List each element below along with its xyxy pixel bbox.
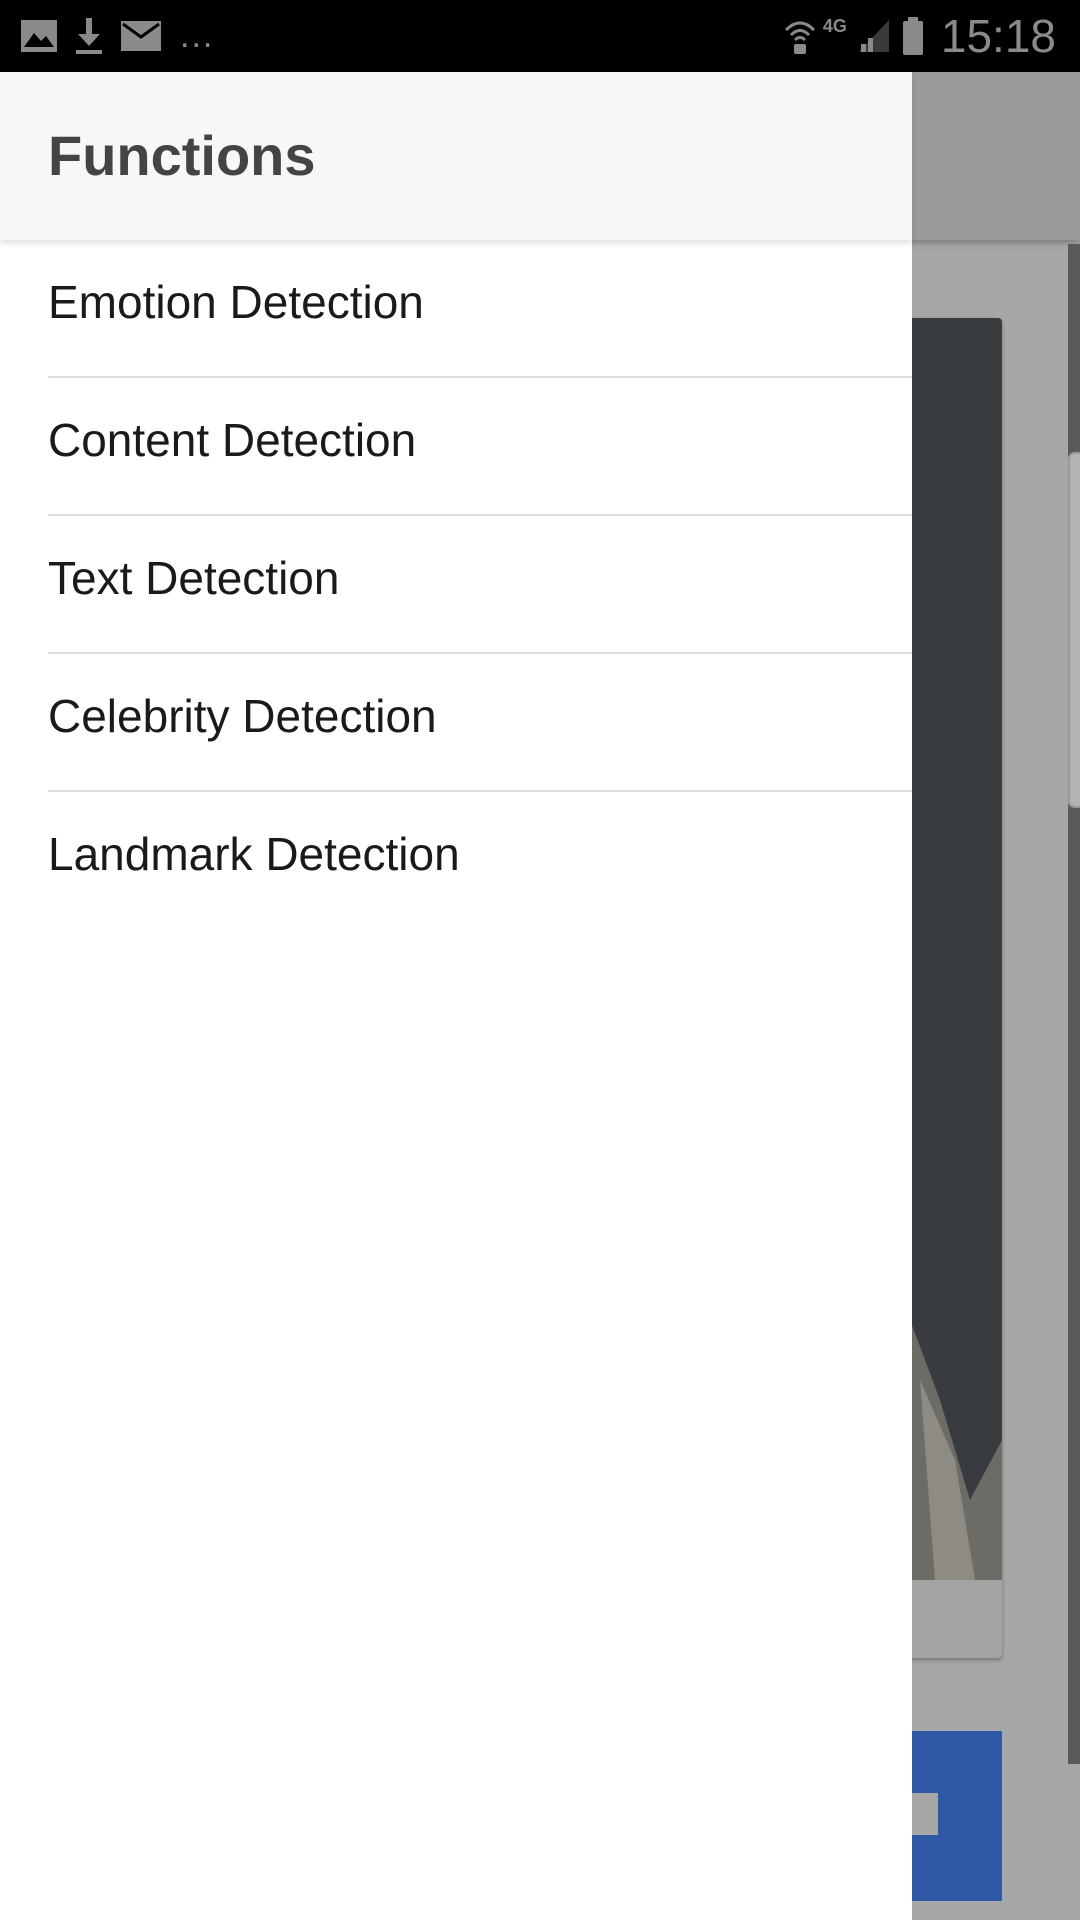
status-bar: ... 4G 15:18 [0, 0, 1080, 72]
drawer-title: Functions [48, 124, 316, 187]
system-icons: 4G 15:18 [783, 12, 1056, 60]
background-button-label-fragment [910, 1793, 938, 1835]
gallery-icon [20, 19, 58, 53]
mail-icon [120, 20, 162, 52]
menu-item-label: Emotion Detection [48, 276, 424, 328]
battery-icon [901, 16, 925, 56]
menu-item-label: Landmark Detection [48, 828, 460, 880]
more-notifications-indicator: ... [180, 17, 215, 55]
navigation-drawer: Functions Emotion Detection Content Dete… [0, 72, 912, 1920]
wifi-calling-icon [783, 16, 817, 56]
notification-icons: ... [20, 16, 214, 56]
menu-item-label: Celebrity Detection [48, 690, 437, 742]
clock: 15:18 [940, 10, 1056, 62]
menu-item-landmark-detection[interactable]: Landmark Detection [0, 792, 912, 930]
menu-item-label: Text Detection [48, 552, 340, 604]
menu-item-content-detection[interactable]: Content Detection [0, 378, 912, 516]
drawer-header: Functions [0, 72, 912, 240]
menu-item-emotion-detection[interactable]: Emotion Detection [0, 240, 912, 378]
signal-icon [857, 18, 891, 54]
menu-item-label: Content Detection [48, 414, 417, 466]
menu-item-text-detection[interactable]: Text Detection [0, 516, 912, 654]
menu-item-celebrity-detection[interactable]: Celebrity Detection [0, 654, 912, 792]
network-type-label: 4G [822, 16, 847, 36]
functions-menu: Emotion Detection Content Detection Text… [0, 240, 912, 930]
download-icon [74, 16, 104, 56]
background-scroll-handle[interactable] [1068, 452, 1080, 808]
